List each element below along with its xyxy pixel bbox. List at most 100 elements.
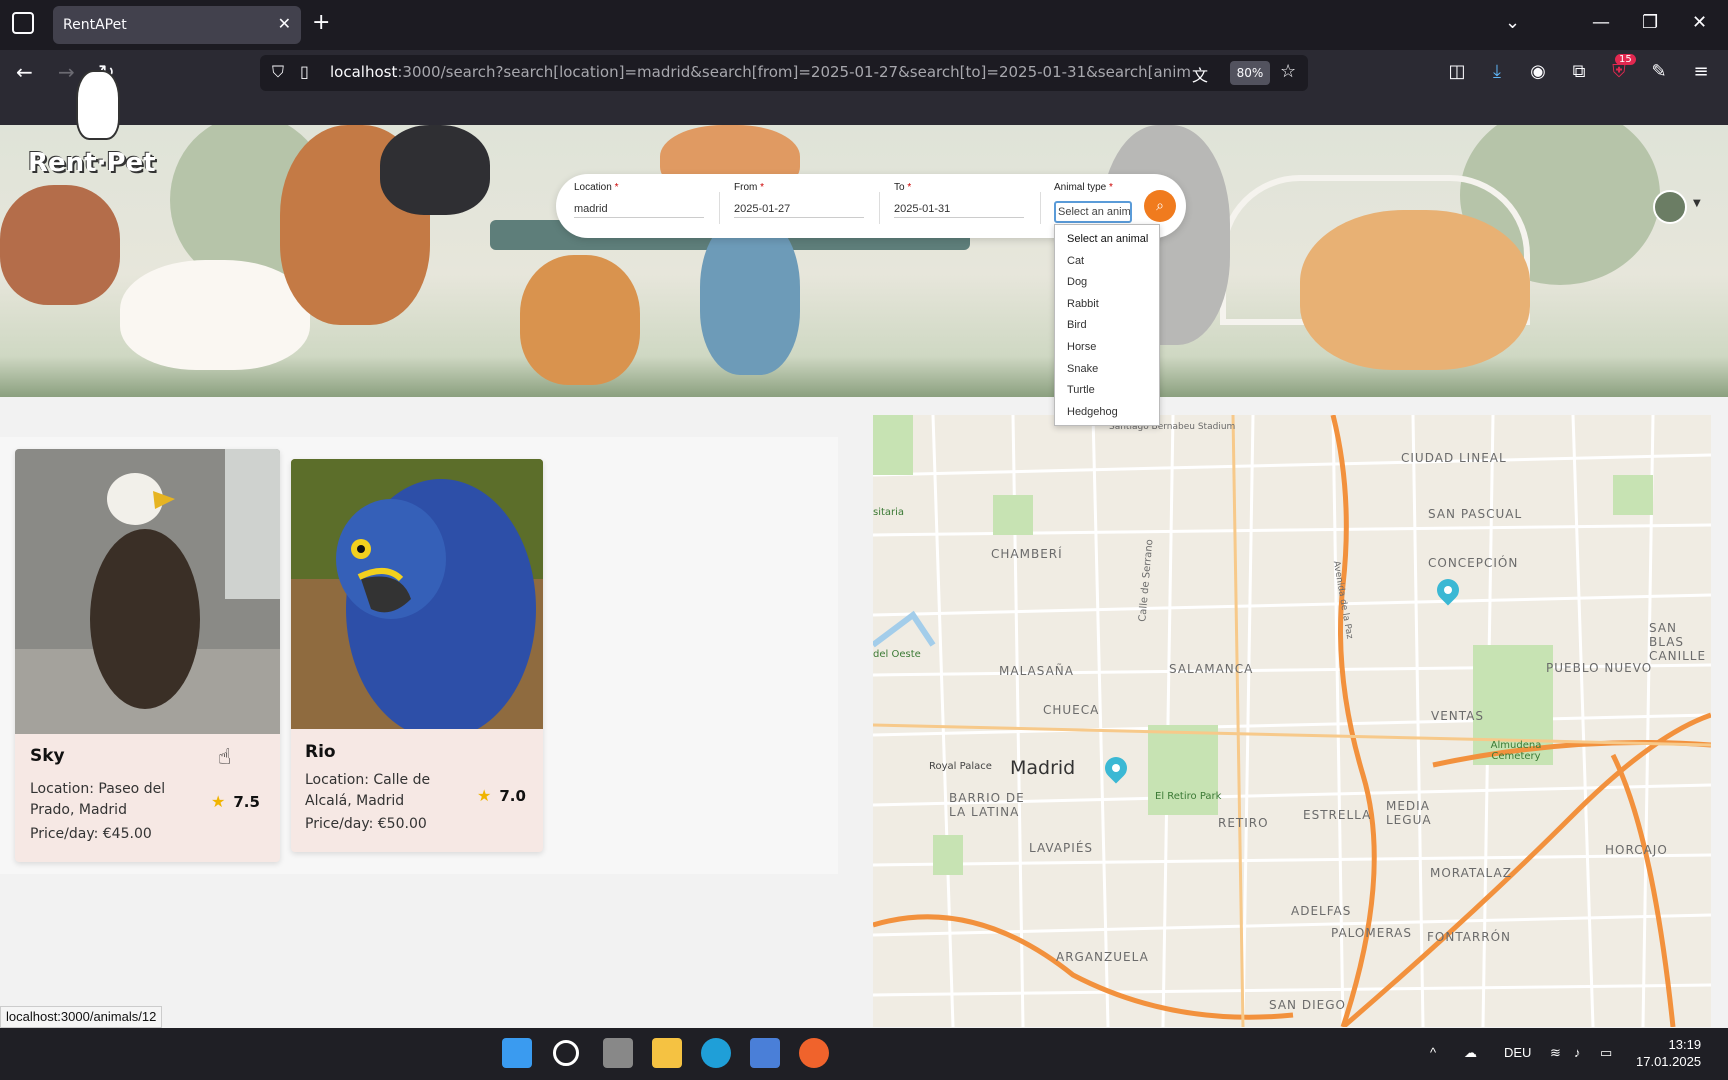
firefox-icon[interactable] xyxy=(799,1038,829,1068)
avatar[interactable] xyxy=(1653,190,1687,224)
search-button[interactable]: ⌕ xyxy=(1144,190,1176,222)
map-label: SAN BLAS CANILLE xyxy=(1649,621,1707,663)
minimize-icon[interactable]: — xyxy=(1592,12,1610,33)
map-label: sitaria xyxy=(873,507,905,518)
logo[interactable]: Rent·Pet xyxy=(28,70,168,190)
map-label: El Retiro Park xyxy=(1155,791,1222,802)
restore-icon[interactable]: ❐ xyxy=(1642,12,1658,33)
dropdown-option[interactable]: Select an animal xyxy=(1055,229,1159,251)
map-label: HORCAJO xyxy=(1605,843,1668,857)
dropdown-option[interactable]: Hedgehog xyxy=(1055,402,1159,424)
star-icon: ★ xyxy=(211,792,226,811)
logo-text: Rent·Pet xyxy=(28,148,156,178)
pocket-icon[interactable]: ◫ xyxy=(1446,61,1468,83)
volume-icon[interactable]: ♪ xyxy=(1574,1045,1581,1060)
tab-overflow-icon[interactable]: ⌄ xyxy=(1505,12,1520,33)
macaw-photo xyxy=(291,459,543,729)
map-label: Royal Palace xyxy=(929,761,992,772)
divider xyxy=(719,192,720,224)
account-icon[interactable]: ◉ xyxy=(1527,61,1549,83)
map-label: ARGANZUELA xyxy=(1056,950,1149,964)
shield-icon[interactable]: ⛉ xyxy=(272,62,284,82)
windows-start-icon[interactable] xyxy=(502,1038,532,1068)
hero-person xyxy=(700,215,800,375)
tab-list-icon[interactable] xyxy=(12,12,34,34)
animal-type-select[interactable]: Select an animal xyxy=(1054,201,1132,223)
animal-type-field: Animal type * Select an animal xyxy=(1054,182,1132,223)
hero-dog xyxy=(1300,210,1530,370)
animal-card[interactable]: Rio Location: Calle de Alcalá, Madrid Pr… xyxy=(291,459,543,852)
onedrive-icon[interactable]: ☁ xyxy=(1464,1045,1477,1061)
to-label: To * xyxy=(894,182,912,193)
map-label: CHAMBERÍ xyxy=(991,547,1063,561)
map-label: SAN DIEGO xyxy=(1269,998,1346,1012)
animal-type-label: Animal type * xyxy=(1054,182,1113,193)
window-close-icon[interactable]: ✕ xyxy=(1692,12,1707,33)
dropdown-option[interactable]: Rabbit xyxy=(1055,294,1159,316)
file-explorer-icon[interactable] xyxy=(652,1038,682,1068)
from-label: From * xyxy=(734,182,765,193)
map-label: del Oeste xyxy=(873,649,921,660)
zoom-level[interactable]: 80% xyxy=(1230,61,1270,85)
clock-time: 13:19 xyxy=(1668,1037,1702,1052)
dropdown-option[interactable]: Bird xyxy=(1055,315,1159,337)
downloads-icon[interactable]: ⤓ xyxy=(1486,61,1508,83)
hand-cursor-icon: ☝ xyxy=(218,745,232,770)
clock[interactable]: 13:19 17.01.2025 xyxy=(1636,1036,1701,1070)
bookmark-star-icon[interactable]: ☆ xyxy=(1280,61,1296,82)
card-price: Price/day: €50.00 xyxy=(305,816,427,832)
map-label: MORATALAZ xyxy=(1430,866,1512,880)
animal-card[interactable]: Sky Location: Paseo del Prado, Madrid Pr… xyxy=(15,449,280,862)
map-label: CHUECA xyxy=(1043,703,1100,717)
browser-tab[interactable]: RentAPet ✕ xyxy=(53,6,301,44)
hero-cat xyxy=(120,260,310,370)
dropdown-option[interactable]: Snake xyxy=(1055,359,1159,381)
language-indicator[interactable]: DEU xyxy=(1504,1045,1531,1060)
wifi-icon[interactable]: ≋ xyxy=(1550,1045,1561,1061)
from-date-input[interactable]: 2025-01-27 xyxy=(734,203,864,218)
animal-type-dropdown: Select an animal Cat Dog Rabbit Bird Horse Sna… xyxy=(1054,224,1160,426)
chevron-down-icon[interactable]: ▼ xyxy=(1693,198,1701,209)
search-icon[interactable] xyxy=(553,1040,579,1066)
chevron-up-icon[interactable]: ^ xyxy=(1430,1045,1436,1060)
star-icon: ★ xyxy=(477,786,492,805)
map-label: PUEBLO NUEVO xyxy=(1546,661,1653,675)
dropdown-option[interactable]: Horse xyxy=(1055,337,1159,359)
browser-tab-bar: RentAPet ✕ + ⌄ — ❐ ✕ xyxy=(0,0,1728,50)
url-text[interactable]: localhost:3000/search?search[location]=m… xyxy=(330,63,1190,81)
card-title[interactable]: Sky xyxy=(30,746,65,766)
hero-dog xyxy=(0,185,120,305)
map-label: VENTAS xyxy=(1431,709,1484,723)
dropdown-option[interactable]: Cat xyxy=(1055,251,1159,273)
menu-icon[interactable]: ≡ xyxy=(1690,61,1712,83)
dropdown-option[interactable]: Turtle xyxy=(1055,380,1159,402)
store-icon[interactable] xyxy=(750,1038,780,1068)
map-label: PALOMERAS xyxy=(1331,926,1412,940)
new-tab-button[interactable]: + xyxy=(312,10,330,35)
map-label: ESTRELLA xyxy=(1303,808,1372,822)
tab-close-icon[interactable]: ✕ xyxy=(278,14,291,33)
to-date-input[interactable]: 2025-01-31 xyxy=(894,203,1024,218)
url-bar[interactable]: ⛉ ▯ localhost:3000/search?search[locatio… xyxy=(260,55,1308,91)
edge-icon[interactable] xyxy=(701,1038,731,1068)
card-title[interactable]: Rio xyxy=(305,742,336,762)
status-link-preview: localhost:3000/animals/12 xyxy=(0,1006,163,1028)
to-field: To * 2025-01-31 xyxy=(894,182,1024,218)
logo-cat-icon xyxy=(76,70,120,140)
pen-icon[interactable]: ✎ xyxy=(1648,61,1670,83)
from-field: From * 2025-01-27 xyxy=(734,182,864,218)
divider xyxy=(879,192,880,224)
page-info-icon[interactable]: ▯ xyxy=(300,62,309,81)
location-label: Location * xyxy=(574,182,619,193)
hero-dog xyxy=(520,255,640,385)
map-label: FONTARRÓN xyxy=(1427,930,1512,944)
task-view-icon[interactable] xyxy=(603,1038,633,1068)
battery-icon[interactable]: ▭ xyxy=(1600,1045,1612,1061)
location-input[interactable]: madrid xyxy=(574,203,704,218)
extensions-icon[interactable]: ⧉ xyxy=(1568,61,1590,83)
dropdown-option[interactable]: Dog xyxy=(1055,272,1159,294)
map[interactable]: Santiago Bernabeu Stadium CIUDAD LINEAL … xyxy=(873,415,1711,1027)
card-location: Location: Paseo del Prado, Madrid xyxy=(30,781,166,818)
translate-icon[interactable]: 文 xyxy=(1192,62,1208,86)
map-label: MALASAÑA xyxy=(999,664,1074,678)
